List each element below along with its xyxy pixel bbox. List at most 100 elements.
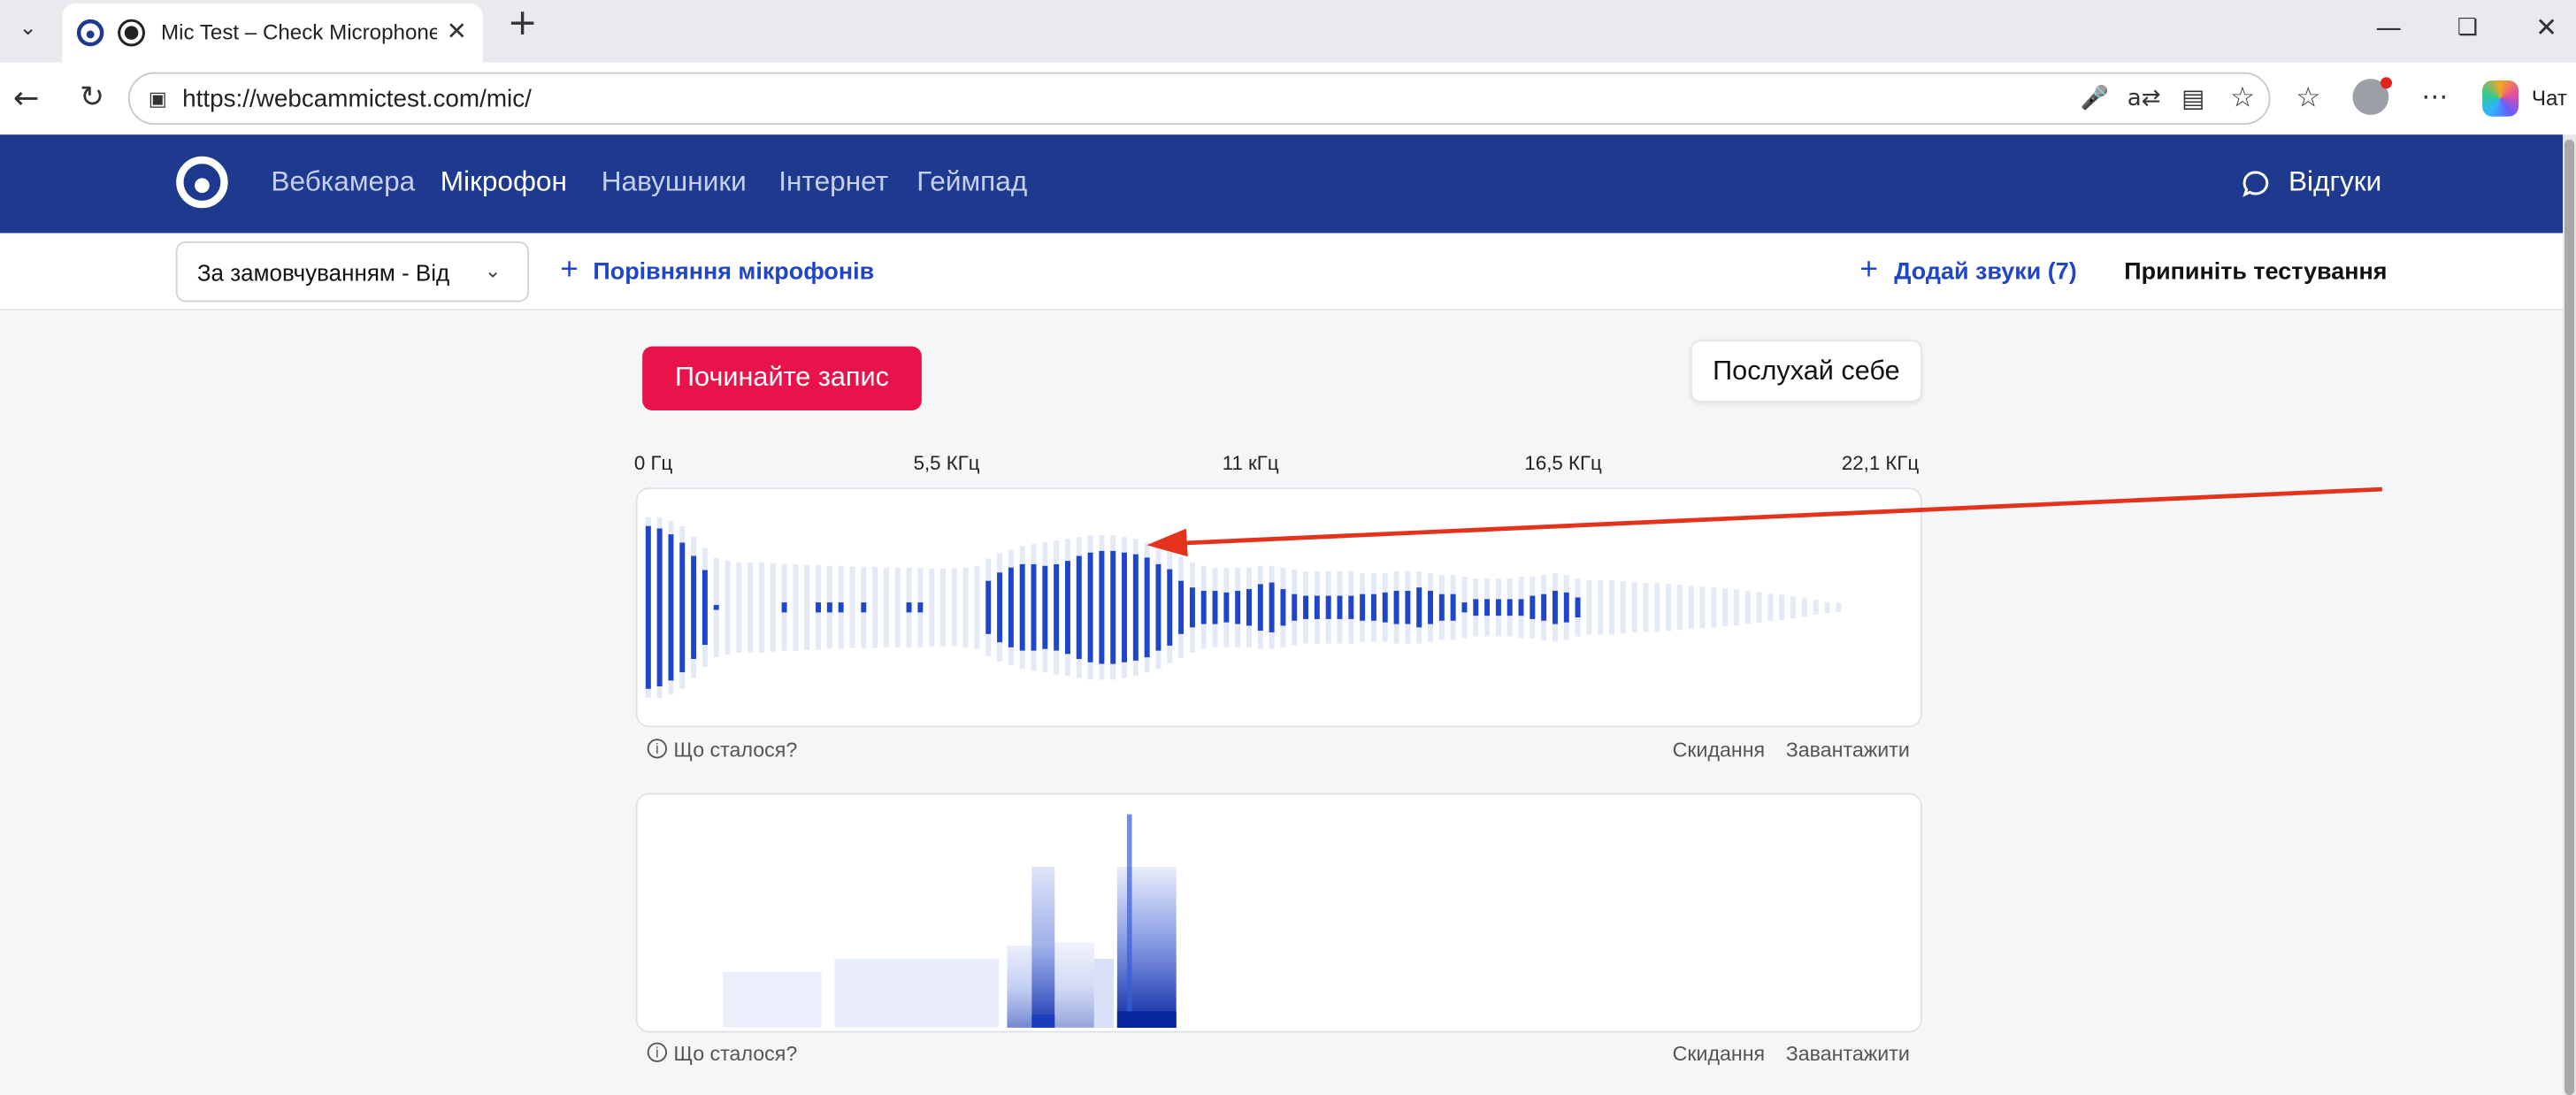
spectrum-bar: [1438, 593, 1445, 621]
spectrum-bar: [1382, 592, 1388, 623]
recording-indicator-icon: [118, 19, 145, 47]
favorites-list-icon[interactable]: ☆: [2290, 82, 2327, 115]
close-window-icon[interactable]: ✕: [2526, 11, 2566, 44]
compare-plus-icon[interactable]: +: [560, 253, 579, 289]
device-select-value: За замовчуванням - Від: [196, 259, 450, 286]
reader-mode-icon[interactable]: ▤: [2177, 82, 2210, 115]
spectrum-bar: [1461, 602, 1468, 613]
spectrum-peak-bar: [770, 563, 776, 652]
spectrum-peak-bar: [748, 562, 754, 653]
nav-item-webcam[interactable]: Вебкамера: [271, 165, 415, 198]
spectrum-peak-bar: [1824, 601, 1830, 613]
tab-list-chevron-icon[interactable]: ⌄: [10, 13, 46, 46]
reset-link[interactable]: Скидання: [1673, 739, 1766, 762]
download-link[interactable]: Завантажити: [1786, 1043, 1910, 1066]
copilot-icon[interactable]: [2482, 80, 2519, 117]
minimize-icon[interactable]: —: [2369, 11, 2409, 44]
more-options-icon[interactable]: ⋯: [2417, 80, 2453, 113]
spectrum-peak-bar: [804, 564, 810, 650]
frequency-spectrum-chart: [645, 517, 1842, 698]
spectrum-bar: [1087, 552, 1093, 662]
what-happened-link[interactable]: Що сталося?: [673, 1043, 797, 1066]
spectrum-peak-bar: [1711, 587, 1717, 628]
translate-icon[interactable]: a⇄: [2126, 82, 2162, 115]
restore-icon[interactable]: ❏: [2448, 11, 2488, 44]
spectrum-bar: [1212, 590, 1218, 624]
spectrum-bar: [1495, 599, 1501, 616]
device-select[interactable]: За замовчуванням - Від ⌄: [175, 241, 530, 302]
spectrum-bar: [1360, 593, 1366, 621]
spectrum-bar: [668, 534, 674, 681]
site-logo-icon[interactable]: [174, 154, 230, 210]
spectrum-peak-bar: [1654, 583, 1660, 632]
feedback-link[interactable]: Відгуки: [2288, 165, 2381, 198]
favorite-star-icon[interactable]: ☆: [2226, 82, 2258, 115]
spectrum-bar: [1223, 592, 1230, 623]
download-link[interactable]: Завантажити: [1786, 739, 1910, 762]
spectrum-bar: [1269, 582, 1275, 632]
site-info-lock-icon[interactable]: ▣: [143, 82, 172, 115]
nav-item-internet[interactable]: Інтернет: [778, 165, 888, 198]
spectrogram-image: [723, 814, 1177, 1028]
freq-label-2: 11 кГц: [1222, 451, 1279, 475]
spectrum-bar: [691, 555, 697, 659]
spectrum-bar: [1019, 563, 1025, 651]
spectrum-bar: [1314, 595, 1320, 619]
spectrum-peak-bar: [883, 567, 889, 647]
freq-label-3: 16,5 КГц: [1524, 451, 1602, 475]
spectrum-bar: [1484, 599, 1491, 616]
stop-testing-link[interactable]: Припиніть тестування: [2124, 259, 2387, 286]
back-arrow-icon[interactable]: ←: [8, 82, 44, 115]
spectrogram-panel: [635, 793, 1922, 1033]
nav-item-headphones[interactable]: Навушники: [602, 165, 747, 198]
reload-icon[interactable]: ↻: [74, 81, 111, 115]
new-tab-plus-icon[interactable]: +: [502, 5, 542, 42]
compare-mics-link[interactable]: Порівняння мікрофонів: [593, 259, 874, 286]
spectrum-bar: [1246, 589, 1252, 626]
reset-link[interactable]: Скидання: [1673, 1043, 1766, 1066]
start-recording-button[interactable]: Починайте запис: [642, 346, 922, 411]
info-circle-icon[interactable]: i: [647, 739, 668, 759]
spectrum-peak-bar: [962, 567, 969, 647]
spectrum-peak-bar: [1598, 580, 1604, 635]
address-bar[interactable]: ▣ https://webcammictest.com/mic/ 🎤 a⇄ ▤ …: [127, 72, 2271, 126]
what-happened-link[interactable]: Що сталося?: [673, 739, 797, 762]
add-sounds-plus-icon[interactable]: +: [1859, 253, 1878, 289]
spectrum-bar: [1042, 565, 1048, 649]
spectrum-bar: [1167, 569, 1173, 646]
spectrum-peak-bar: [1676, 585, 1683, 631]
spectrum-bar: [1178, 580, 1184, 634]
close-tab-icon[interactable]: ✕: [441, 15, 473, 48]
spectrum-bar: [1155, 563, 1162, 651]
spectrum-peak-bar: [1722, 588, 1729, 627]
add-sounds-link[interactable]: Додай звуки (7): [1894, 259, 2076, 286]
spectrum-bar: [816, 602, 822, 613]
page-scrollbar-thumb[interactable]: [2564, 139, 2575, 1095]
microphone-icon[interactable]: 🎤: [2078, 82, 2111, 115]
spectrum-bar: [1563, 592, 1569, 623]
spectrum-bar: [702, 570, 708, 646]
nav-item-gamepad[interactable]: Геймпад: [916, 165, 1027, 198]
spectrum-bar: [1473, 599, 1479, 616]
spectrum-bar: [645, 525, 651, 689]
freq-label-0: 0 Гц: [633, 451, 673, 475]
spectrum-bar: [838, 602, 844, 613]
spectrum-bar: [781, 602, 787, 613]
spectrum-bar: [1337, 595, 1343, 619]
feedback-chat-icon[interactable]: [2241, 169, 2270, 198]
spectrum-peak-bar: [1767, 593, 1774, 622]
info-circle-icon[interactable]: i: [647, 1042, 668, 1062]
spectrum-bar: [1541, 593, 1547, 621]
browser-tab[interactable]: Mic Test – Check Microphone ✕: [62, 3, 484, 63]
spectrum-peak-bar: [1620, 581, 1626, 634]
url-text[interactable]: https://webcammictest.com/mic/: [182, 86, 532, 114]
spectrum-bar: [1189, 587, 1195, 628]
chat-label[interactable]: Чат: [2532, 86, 2567, 111]
spectrum-peak-bar: [951, 568, 957, 647]
spectrum-bar: [917, 602, 924, 613]
spectrum-bar: [1405, 590, 1411, 624]
spectrum-bar: [1428, 590, 1433, 624]
spectrum-peak-bar: [759, 562, 764, 653]
nav-item-microphone[interactable]: Мікрофон: [441, 165, 567, 198]
listen-yourself-button[interactable]: Послухай себе: [1690, 340, 1922, 402]
